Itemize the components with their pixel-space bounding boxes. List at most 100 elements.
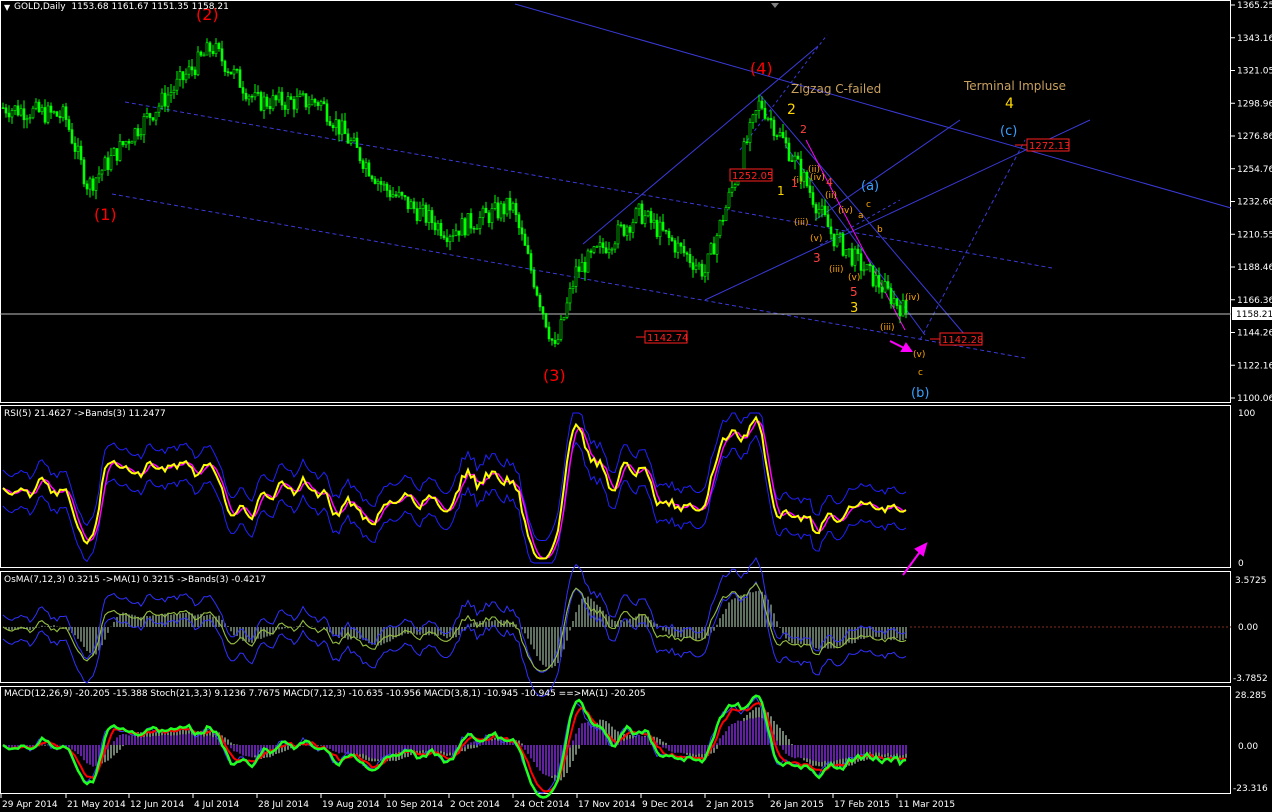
candle-body	[169, 92, 173, 96]
candle-body	[670, 237, 674, 241]
candle-body	[49, 105, 53, 113]
candle-body	[304, 93, 308, 108]
wave-a-blue: (a)	[861, 179, 879, 194]
zigzag-label: Zigzag C-failed	[791, 82, 881, 96]
osma-tick-top: 3.5725	[1235, 576, 1267, 586]
candle-body	[484, 207, 488, 214]
candle-body	[217, 43, 221, 50]
candle-body	[382, 183, 386, 186]
candle-body	[307, 104, 311, 108]
candle-body	[427, 210, 431, 223]
price-tick: 1144.26	[1237, 329, 1272, 339]
macd-tick-top: 28.285	[1235, 691, 1267, 701]
candle-body	[91, 178, 95, 191]
candle-body	[94, 177, 98, 191]
candle-body	[550, 338, 554, 341]
candle-body	[235, 68, 239, 71]
candle-body	[301, 93, 305, 95]
svg-text:1272.13: 1272.13	[1029, 141, 1070, 152]
candle-body	[562, 317, 566, 321]
candle-body	[151, 117, 155, 121]
candle-body	[748, 122, 752, 143]
candle-body	[142, 115, 146, 136]
candle-body	[421, 204, 425, 209]
candle-body	[184, 73, 188, 81]
candle-body	[457, 230, 461, 236]
candle-body	[109, 155, 113, 170]
macd-stoch-line	[2, 696, 907, 794]
candle-body	[283, 104, 287, 110]
candle-body	[25, 118, 29, 121]
candle-body	[676, 242, 680, 253]
date-axis: 29 Apr 2014 21 May 2014 12 Jun 2014 4 Jul 2…	[0, 794, 955, 810]
svg-text:(iv): (iv)	[838, 206, 853, 216]
candle-body	[160, 92, 164, 107]
candle-body	[130, 141, 134, 144]
candle-body	[271, 95, 275, 110]
candle-body	[493, 202, 497, 209]
candle-body	[208, 42, 212, 52]
candle-body	[205, 42, 209, 56]
candle-body	[730, 187, 734, 193]
candle-body	[760, 100, 764, 109]
wave-c-blue: (c)	[1000, 124, 1017, 139]
candle-body	[625, 226, 629, 236]
rsi-tick-100: 100	[1238, 409, 1255, 419]
candle-body	[754, 110, 758, 116]
candle-body	[628, 226, 632, 233]
date-tick: 11 Mar 2015	[898, 800, 955, 810]
candle-body	[709, 243, 713, 255]
candle-body	[652, 219, 656, 223]
candle-body	[211, 51, 215, 54]
svg-text:3: 3	[813, 251, 821, 265]
candle-body	[637, 203, 641, 210]
candle-body	[106, 157, 110, 170]
candle-body	[250, 95, 254, 98]
candle-body	[376, 181, 380, 184]
price-tick: 1166.36	[1237, 296, 1272, 306]
candle-body	[226, 71, 230, 73]
candle-body	[325, 103, 329, 122]
rsi-tick-0: 0	[1238, 559, 1244, 569]
candle-body	[778, 132, 782, 136]
candle-body	[472, 227, 476, 230]
candle-body	[103, 157, 107, 171]
candle-body	[55, 111, 59, 117]
main-title: GOLD,Daily 1153.68 1161.67 1151.35 1158.…	[14, 2, 229, 12]
date-tick: 2 Oct 2014	[450, 800, 500, 810]
candle-body	[769, 118, 773, 121]
candle-body	[532, 269, 536, 288]
candle-body	[118, 141, 122, 161]
candle-body	[445, 237, 449, 243]
current-price-box: 1158.21	[1232, 307, 1272, 320]
candle-body	[76, 145, 80, 152]
candle-body	[244, 92, 248, 100]
wave-label-1: (1)	[94, 205, 117, 224]
candle-body	[688, 254, 692, 264]
scroll-marker-icon[interactable]	[771, 3, 779, 8]
candle-body	[175, 78, 179, 91]
candle-body	[70, 129, 74, 144]
candle-body	[82, 159, 86, 185]
price-tick: 1365.25	[1237, 1, 1272, 11]
price-label-1142-28: 1142.28	[930, 332, 983, 346]
candle-body	[787, 142, 791, 161]
candle-body	[661, 221, 665, 231]
candle-body	[883, 281, 887, 293]
candle-body	[442, 235, 446, 239]
svg-text:c: c	[866, 200, 871, 210]
candle-body	[526, 245, 530, 254]
candle-body	[409, 201, 413, 210]
candle-body	[745, 141, 749, 144]
candle-body	[766, 118, 770, 120]
svg-text:(v): (v)	[848, 273, 860, 283]
macd-indicator	[2, 694, 907, 799]
candle-body	[313, 99, 317, 103]
candle-body	[406, 196, 410, 210]
candle-body	[298, 93, 302, 97]
candle-body	[715, 235, 719, 255]
candle-body	[772, 119, 776, 136]
candle-body	[496, 202, 500, 219]
chart-menu-icon[interactable]: ▼	[4, 3, 10, 12]
candle-body	[295, 96, 299, 110]
